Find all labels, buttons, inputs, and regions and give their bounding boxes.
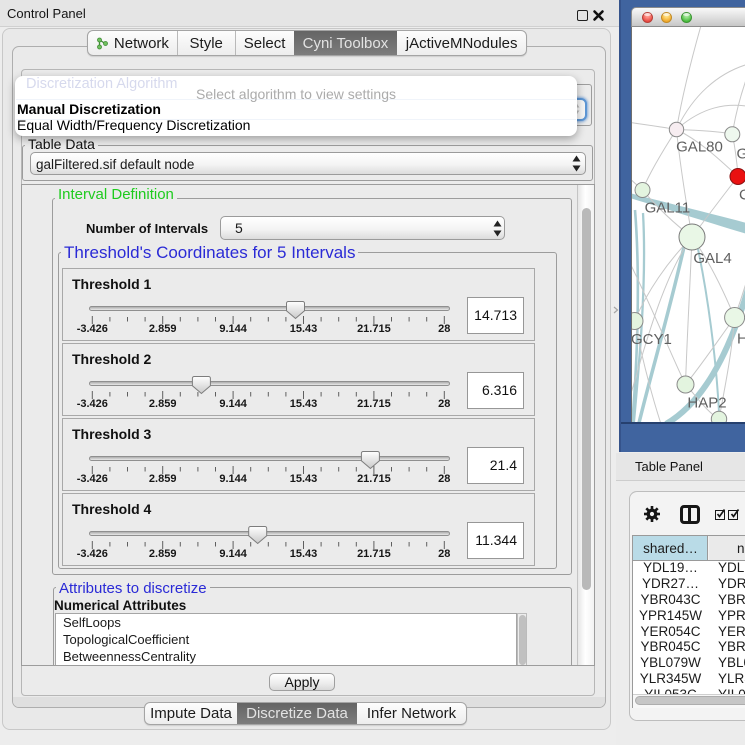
- svg-text:GAL80: GAL80: [676, 139, 723, 156]
- svg-text:GAL4: GAL4: [693, 250, 731, 267]
- svg-text:GAL3: GAL3: [737, 146, 745, 163]
- svg-text:HAP2: HAP2: [687, 395, 726, 412]
- svg-text:GAL11: GAL11: [645, 200, 691, 217]
- svg-text:CA: CA: [739, 187, 745, 204]
- svg-text:GCY1: GCY1: [632, 331, 672, 348]
- svg-text:HIS4: HIS4: [737, 331, 745, 348]
